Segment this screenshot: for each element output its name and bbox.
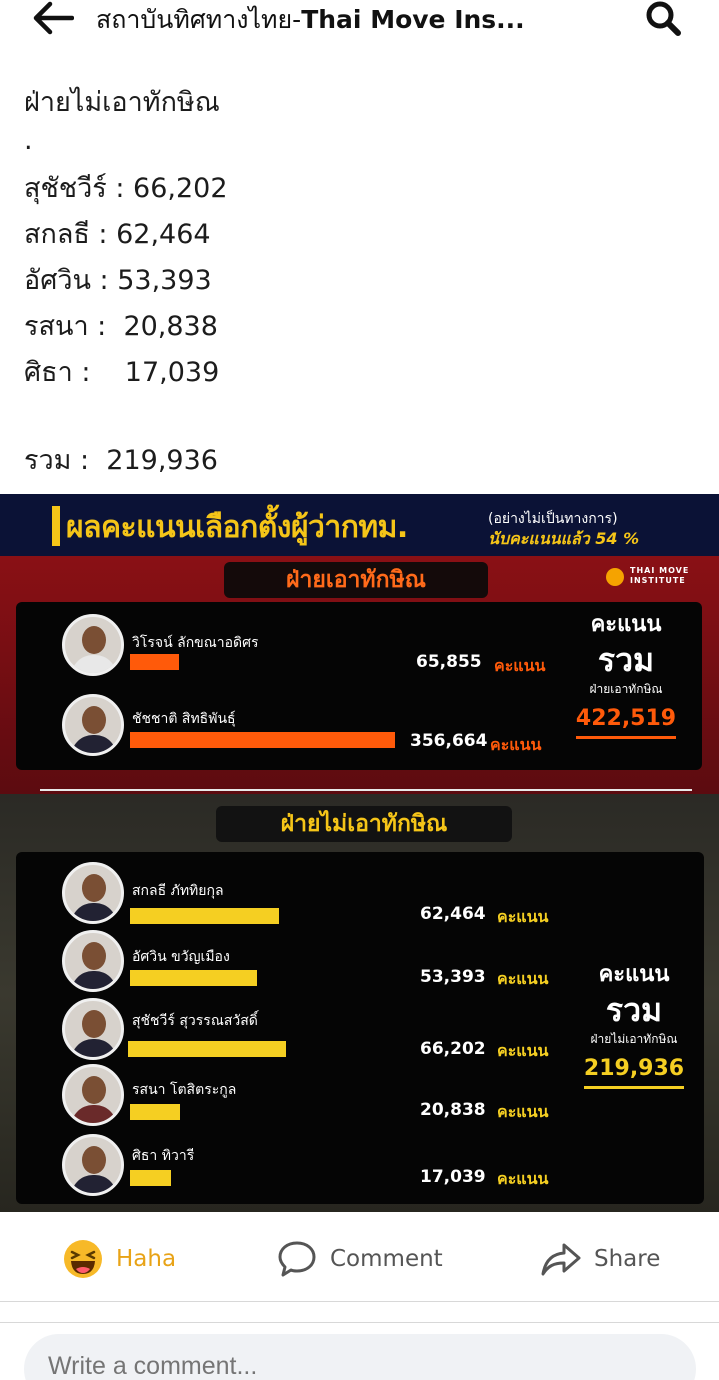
post-heading: ฝ่ายไม่เอาทักษิณ [24,87,220,118]
logo-line1: THAI MOVE [630,566,690,575]
avatar [62,862,124,924]
page-title-thai: สถาบันทิศทางไทย- [96,5,302,34]
post-dot: . [24,125,33,156]
candidate-name: อัศวิน ขวัญเมือง [132,949,230,965]
vote-bar [130,908,279,924]
comment-input[interactable] [48,1352,648,1380]
votes-unit: คะแนน [497,1041,549,1060]
vote-bar [130,654,179,670]
candidate-name: สุชัชวีร์ สุวรรณสวัสดิ์ [132,1013,258,1029]
votes-unit: คะแนน [497,969,549,988]
vote-bar [130,970,257,986]
candidate-name: วิโรจน์ ลักขณาอดิศร [132,635,259,651]
candidate-votes: 65,855 [416,652,482,672]
votes-unit: คะแนน [494,656,546,675]
logo-text: THAI MOVE INSTITUTE [630,566,689,586]
pro-total-value: 422,519 [575,704,677,739]
total-label: ฝ่ายเอาทักษิณ [589,682,663,696]
avatar [62,1134,124,1196]
total-label: รวม [605,991,663,1029]
total-label: ฝ่ายไม่เอาทักษิณ [590,1032,678,1046]
haha-label: Haha [116,1246,177,1272]
vote-bar [128,1041,286,1057]
total-label: รวม [597,641,655,679]
anti-side-label: ฝ่ายไม่เอาทักษิณ [216,806,512,842]
total-label: คะแนน [598,962,670,987]
avatar [62,1064,124,1126]
candidate-votes: 356,664 [410,731,488,751]
candidate-votes: 62,464 [420,904,486,924]
share-label: Share [594,1246,661,1272]
post-line: สกลธี : 62,464 [24,219,211,250]
infographic-header: ผลคะแนนเลือกตั้งผู้ว่ากทม. (อย่างไม่เป็น… [0,494,719,556]
candidate-votes: 17,039 [420,1167,486,1187]
page-title-english: Thai Move Ins... [301,5,525,34]
vote-bar [130,732,395,748]
candidate-name: สกลธี ภัททิยกุล [132,883,224,899]
candidate-name: ศิธา ทิวารี [132,1148,195,1164]
post-line: รสนา : 20,838 [24,311,218,342]
vote-bar [130,1170,171,1186]
candidate-name: ชัชชาติ สิทธิพันธุ์ [132,711,236,727]
logo-mark-icon [606,568,624,586]
pro-side-label: ฝ่ายเอาทักษิณ [224,562,488,598]
post-line: สุชัชวีร์ : 66,202 [24,173,228,204]
haha-reaction-button[interactable]: Haha [62,1236,176,1282]
votes-unit: คะแนน [497,1102,549,1121]
post-line: ศิธา : 17,039 [24,357,220,388]
comment-button[interactable]: Comment [276,1236,443,1282]
candidate-votes: 66,202 [420,1039,486,1059]
top-bar: สถาบันทิศทางไทย-Thai Move Ins... [0,0,719,46]
post-actions-bar: Haha Comment Share [0,1216,719,1302]
infographic-count: นับคะแนนแล้ว 54 % [488,527,639,552]
votes-unit: คะแนน [497,1169,549,1188]
total-label: คะแนน [590,612,662,637]
candidate-name: รสนา โตสิตระกูล [132,1082,237,1098]
page-title: สถาบันทิศทางไทย-Thai Move Ins... [96,2,626,38]
header-accent-bar [52,506,60,546]
vote-bar [130,1104,180,1120]
anti-total-value: 219,936 [583,1054,685,1089]
comment-bubble-icon [276,1238,318,1280]
candidate-votes: 20,838 [420,1100,486,1120]
divider [0,1322,719,1323]
logo-line2: INSTITUTE [630,576,686,585]
avatar [62,998,124,1060]
arrow-left-icon [30,0,75,40]
votes-unit: คะแนน [490,735,542,754]
count-percent: 54 % [595,529,640,548]
post-line: อัศวิน : 53,393 [24,265,212,296]
share-arrow-icon [540,1238,582,1280]
search-icon [643,0,683,42]
haha-emoji-icon [62,1238,104,1280]
search-button[interactable] [640,0,686,40]
avatar [62,614,124,676]
avatar [62,930,124,992]
post-image-infographic[interactable]: ผลคะแนนเลือกตั้งผู้ว่ากทม. (อย่างไม่เป็น… [0,494,719,1212]
comment-box[interactable] [24,1334,696,1380]
post-total: รวม : 219,936 [24,445,218,476]
share-button[interactable]: Share [540,1236,660,1282]
count-prefix: นับคะแนนแล้ว [488,529,590,548]
anti-total-block: คะแนน รวม ฝ่ายไม่เอาทักษิณ 219,936 [572,960,696,1089]
pro-total-block: คะแนน รวม ฝ่ายเอาทักษิณ 422,519 [566,610,686,739]
votes-unit: คะแนน [497,907,549,926]
comment-label: Comment [330,1246,443,1272]
thai-move-logo: THAI MOVE INSTITUTE [606,566,706,590]
back-button[interactable] [30,0,80,40]
avatar [62,694,124,756]
post-body: ฝ่ายไม่เอาทักษิณ . สุชัชวีร์ : 66,202 สก… [24,80,704,484]
candidate-votes: 53,393 [420,967,486,987]
infographic-title: ผลคะแนนเลือกตั้งผู้ว่ากทม. [66,510,408,545]
section-divider [40,789,692,791]
